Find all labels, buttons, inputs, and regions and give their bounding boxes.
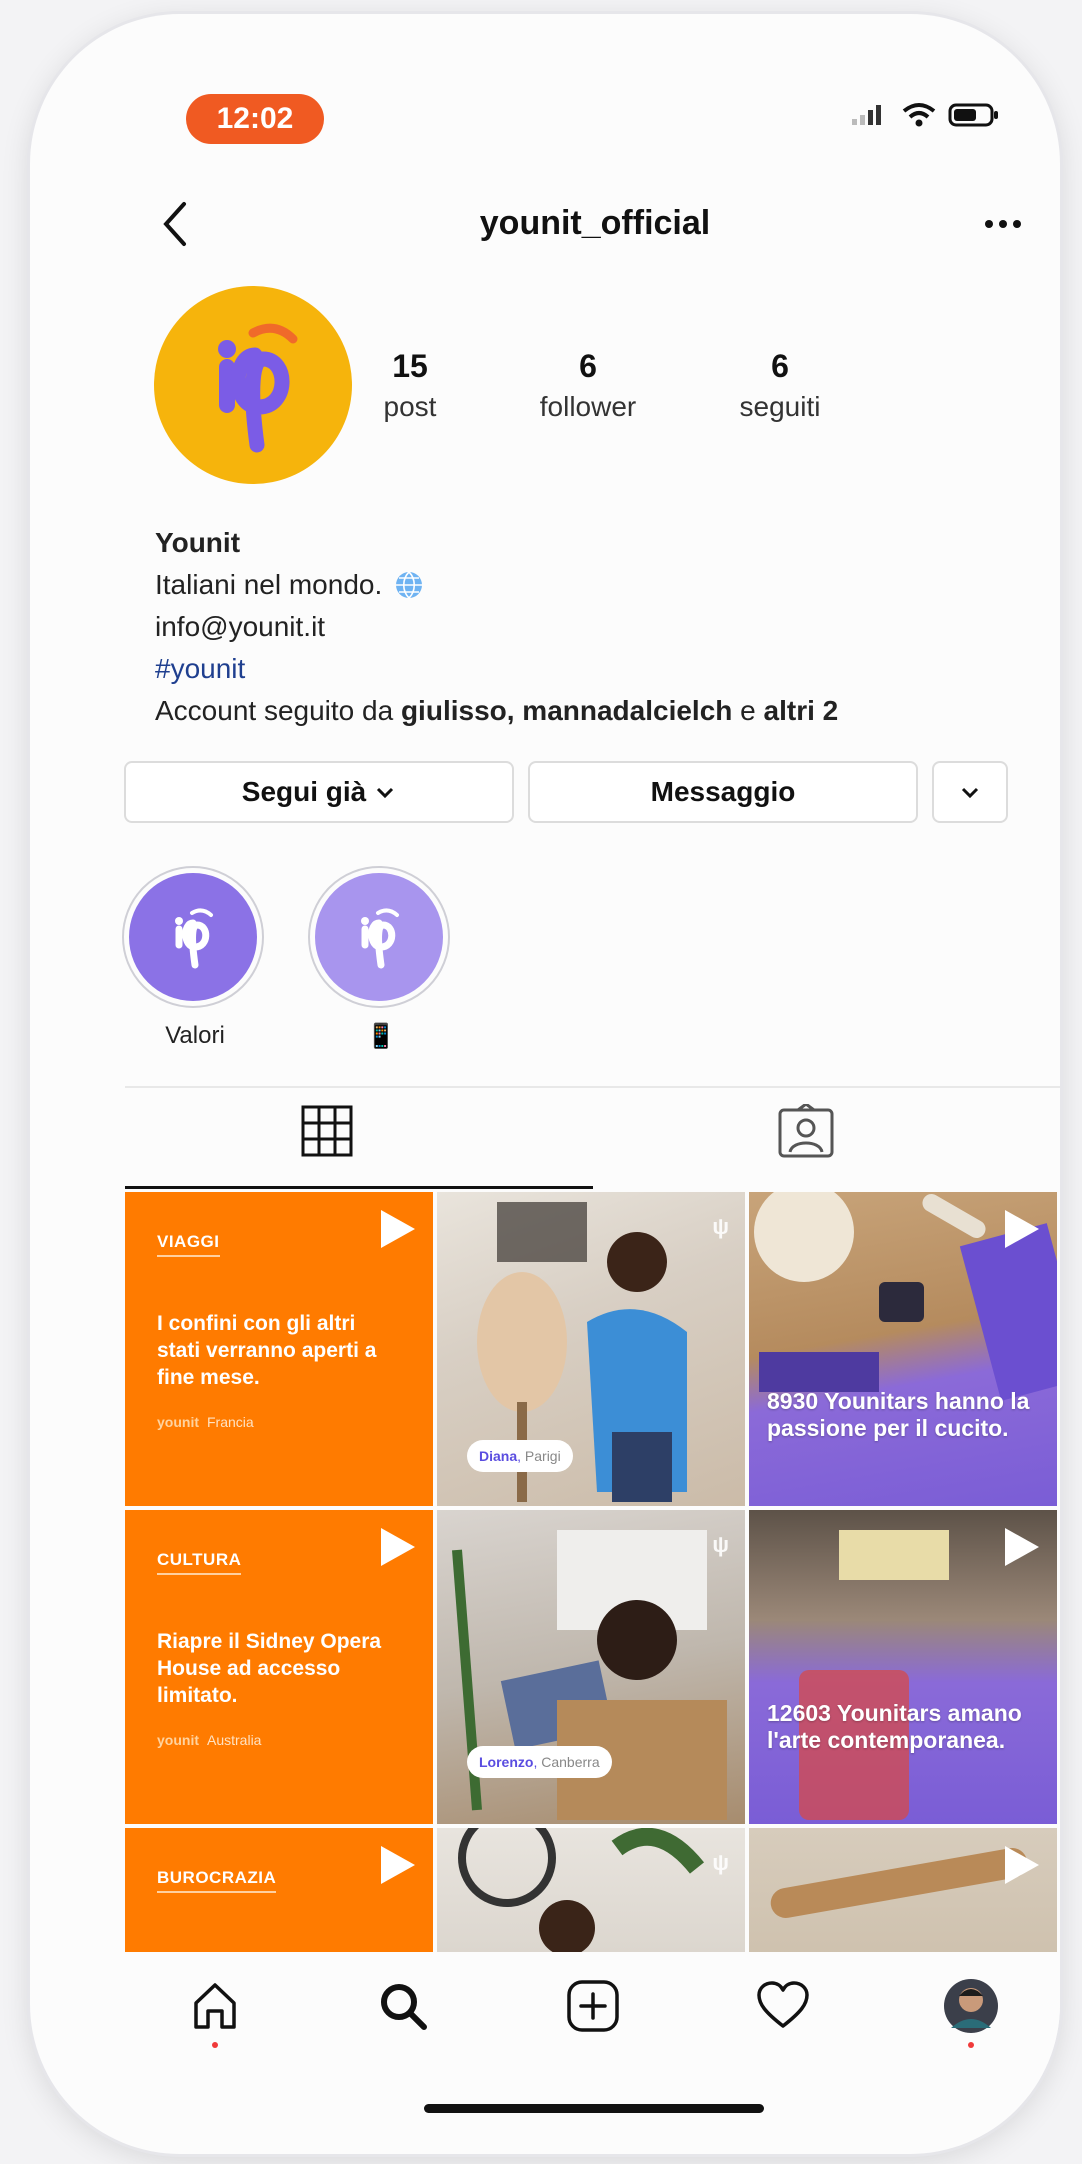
profile-avatar[interactable]: [154, 286, 352, 484]
following-button[interactable]: Segui già: [124, 761, 514, 823]
younit-watermark-icon: ψ: [712, 1214, 729, 1239]
bottom-navigation: [125, 1954, 1060, 2064]
more-options-icon[interactable]: [978, 204, 1028, 244]
reel-play-icon: [1005, 1846, 1039, 1884]
profile-name: Younit: [155, 527, 241, 558]
name-chip: Lorenzo, Canberra: [467, 1746, 612, 1778]
chevron-down-icon: [377, 787, 394, 799]
home-icon: [194, 1983, 236, 2029]
bio-line: Italiani nel mondo.: [155, 564, 1035, 606]
younit-logo-icon: [175, 908, 213, 969]
highlight-phone[interactable]: 📱: [308, 866, 454, 1051]
status-time: 12:02: [186, 94, 324, 144]
stat-followers[interactable]: 6 follower: [508, 348, 668, 423]
post-tile[interactable]: ψ Lorenzo, Canberra: [437, 1510, 745, 1824]
user-avatar-icon: [944, 1979, 998, 2033]
tagged-tab-icon[interactable]: [776, 1104, 836, 1160]
followed-by[interactable]: Account seguito da giulisso, mannadalcie…: [155, 690, 1035, 732]
nav-profile[interactable]: [941, 1976, 1001, 2036]
reel-play-icon: [1005, 1210, 1039, 1248]
wifi-icon: [902, 103, 936, 127]
post-tile[interactable]: 8930 Younitars hanno la passione per il …: [749, 1192, 1057, 1506]
status-icons: [850, 102, 1000, 128]
nav-create[interactable]: [563, 1976, 623, 2036]
heart-icon: [757, 1981, 809, 2028]
suggested-accounts-button[interactable]: [932, 761, 1008, 823]
younit-watermark-icon: ψ: [712, 1850, 729, 1875]
search-icon: [381, 1984, 427, 2030]
home-notification-dot: [212, 2042, 218, 2048]
post-tile[interactable]: 12603 Younitars amano l'arte contemporan…: [749, 1510, 1057, 1824]
highlight-cover: [315, 873, 443, 1001]
nav-activity[interactable]: [753, 1976, 813, 2036]
message-button[interactable]: Messaggio: [528, 761, 918, 823]
active-tab-indicator: [125, 1186, 593, 1189]
post-tile[interactable]: [749, 1828, 1057, 1952]
post-tile[interactable]: BUROCRAZIA: [125, 1828, 433, 1952]
younit-watermark-icon: ψ: [712, 1532, 729, 1557]
nav-search[interactable]: [373, 1976, 433, 2036]
younit-logo-icon: [361, 908, 399, 969]
profile-notification-dot: [968, 2042, 974, 2048]
bio-hashtag[interactable]: #younit: [155, 648, 1035, 690]
reel-play-icon: [381, 1210, 415, 1248]
highlight-valori[interactable]: Valori: [122, 866, 268, 1050]
post-tile[interactable]: CULTURA Riapre il Sidney Opera House ad …: [125, 1510, 433, 1824]
section-divider: [125, 1086, 1060, 1088]
home-indicator: [424, 2104, 764, 2113]
globe-icon: [396, 571, 423, 599]
profile-username: younit_official: [479, 204, 711, 242]
reel-play-icon: [1005, 1528, 1039, 1566]
profile-bio: Younit Italiani nel mondo. info@younit.i…: [155, 522, 1035, 732]
post-tile[interactable]: ψ Diana, Parigi: [437, 1192, 745, 1506]
stat-posts[interactable]: 15 post: [330, 348, 490, 423]
highlight-ring: [308, 866, 450, 1008]
grid-tab-icon[interactable]: [300, 1104, 354, 1158]
reel-play-icon: [381, 1528, 415, 1566]
back-icon[interactable]: [156, 194, 196, 254]
bio-email[interactable]: info@younit.it: [155, 606, 1035, 648]
add-post-icon: [567, 1980, 619, 2032]
phone-frame: 12:02 younit_official 15 post 6 follower…: [30, 14, 1060, 2154]
nav-home[interactable]: [185, 1976, 245, 2036]
post-tile[interactable]: ψ: [437, 1828, 745, 1952]
post-photo: [458, 1828, 705, 1952]
highlight-cover: [129, 873, 257, 1001]
reel-play-icon: [381, 1846, 415, 1884]
younit-logo-icon: [218, 323, 298, 453]
stat-following[interactable]: 6 seguiti: [700, 348, 860, 423]
chevron-down-icon: [961, 787, 979, 799]
highlight-ring: [122, 866, 264, 1008]
signal-icon: [852, 105, 881, 125]
battery-icon: [948, 103, 998, 127]
name-chip: Diana, Parigi: [467, 1440, 573, 1472]
post-grid: VIAGGI I confini con gli altri stati ver…: [125, 1192, 1060, 1952]
post-tile[interactable]: VIAGGI I confini con gli altri stati ver…: [125, 1192, 433, 1506]
